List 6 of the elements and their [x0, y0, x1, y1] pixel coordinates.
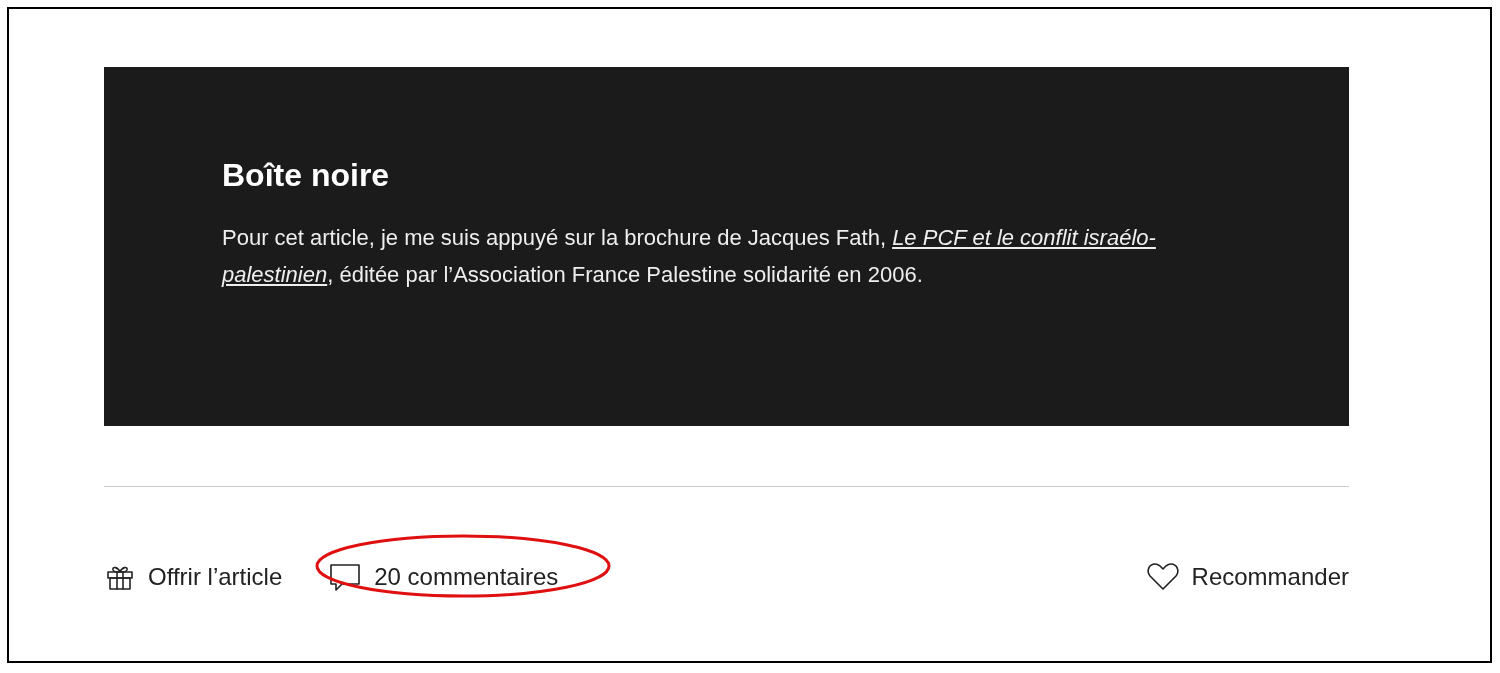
panel-title: Boîte noire: [222, 156, 391, 195]
heart-icon: [1145, 562, 1180, 592]
speech-bubble-icon: [328, 561, 363, 593]
panel-text: Pour cet article, je me suis appuyé sur la brochure de Jacques Fath, Le PCF et le conflit israélo-palestinien, éditée par l’Association France Palestine solidarité en 2006.: [222, 224, 1157, 289]
gift-article-button[interactable]: Offrir l’article: [104, 559, 283, 595]
recommend-button[interactable]: Recommander: [1145, 559, 1349, 595]
